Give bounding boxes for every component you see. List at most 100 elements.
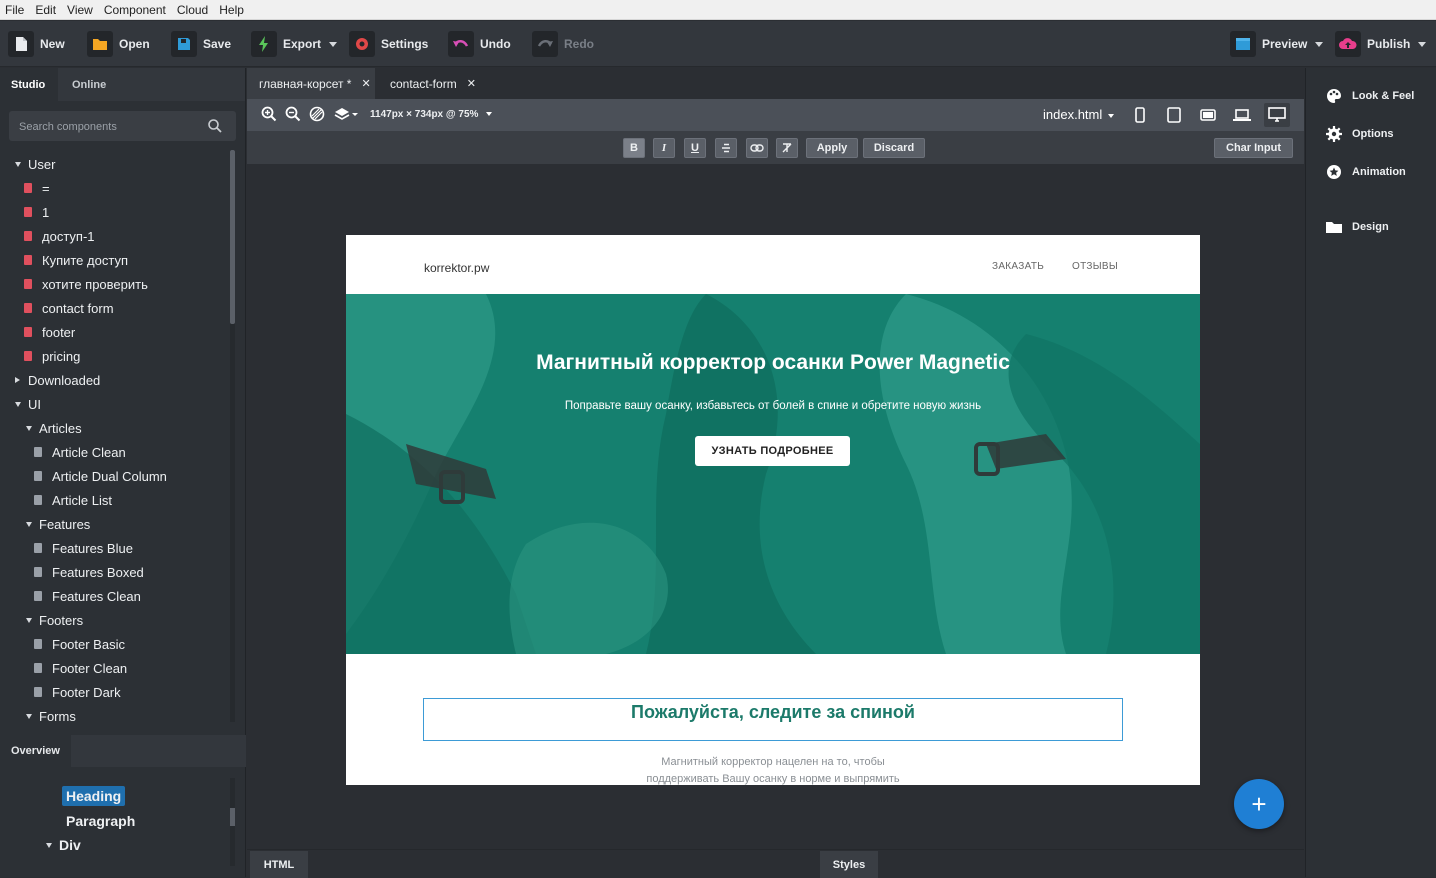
overview-node-div[interactable]: Div <box>46 837 81 853</box>
device-desktop-button[interactable] <box>1264 103 1290 127</box>
hero-background-image <box>346 294 1200 654</box>
tree-item[interactable]: Features Clean <box>0 584 232 608</box>
overview-node-paragraph[interactable]: Paragraph <box>66 813 135 829</box>
tree-group-user[interactable]: User <box>0 152 232 176</box>
page-canvas[interactable]: korrektor.pw ЗАКАЗАТЬ ОТЗЫВЫ Магнитный к… <box>346 235 1200 785</box>
tree-item[interactable]: footer <box>0 320 232 344</box>
menu-edit[interactable]: Edit <box>34 3 57 17</box>
overview-scrollbar-track[interactable] <box>230 778 235 866</box>
tree-item[interactable]: доступ-1 <box>0 224 232 248</box>
no-guides-icon[interactable] <box>309 106 325 127</box>
tree-item[interactable]: Footer Basic <box>0 632 232 656</box>
device-tablet-button[interactable] <box>1161 103 1187 127</box>
add-component-button[interactable]: + <box>1234 779 1284 829</box>
gear-icon <box>1326 126 1342 142</box>
hero-subtitle[interactable]: Поправьте вашу осанку, избавьтесь от бол… <box>346 400 1200 412</box>
underline-button[interactable]: U <box>684 138 706 158</box>
hero-section[interactable]: Магнитный корректор осанки Power Magneti… <box>346 294 1200 654</box>
tree-item[interactable]: Footer Clean <box>0 656 232 680</box>
tree-scrollbar-thumb[interactable] <box>230 150 235 324</box>
book-icon <box>24 207 32 217</box>
save-button[interactable]: Save <box>171 30 231 58</box>
tree-item[interactable]: хотите проверить <box>0 272 232 296</box>
discard-button[interactable]: Discard <box>863 138 925 158</box>
file-tab-contact-form[interactable]: contact-form ✕ <box>378 68 483 99</box>
book-icon <box>34 447 42 457</box>
tree-item[interactable]: Features Boxed <box>0 560 232 584</box>
tab-html[interactable]: HTML <box>250 851 308 878</box>
zoom-in-icon[interactable] <box>261 106 277 127</box>
tree-group-features[interactable]: Features <box>0 512 232 536</box>
overview-scrollbar-thumb[interactable] <box>230 808 235 826</box>
tree-group-footers[interactable]: Footers <box>0 608 232 632</box>
section-heading-selected[interactable]: Пожалуйста, следите за спиной <box>423 698 1123 741</box>
canvas-dimensions[interactable]: 1147px × 734px @ 75% <box>370 109 478 120</box>
device-phone-button[interactable] <box>1127 103 1153 127</box>
look-and-feel-item[interactable]: Look & Feel <box>1326 88 1414 104</box>
italic-button[interactable]: I <box>653 138 675 158</box>
design-item[interactable]: Design <box>1326 220 1389 234</box>
device-tablet-landscape-button[interactable] <box>1195 103 1221 127</box>
preview-button[interactable]: Preview <box>1230 30 1324 58</box>
tree-item[interactable]: contact form <box>0 296 232 320</box>
undo-button[interactable]: Undo <box>448 30 511 58</box>
zoom-out-icon[interactable] <box>285 106 301 127</box>
hero-title[interactable]: Магнитный корректор осанки Power Magneti… <box>346 351 1200 375</box>
chevron-down-icon[interactable] <box>486 112 492 116</box>
strikethrough-button[interactable] <box>715 138 737 158</box>
tree-label: UI <box>28 396 41 412</box>
export-button[interactable]: Export <box>251 30 338 58</box>
animation-item[interactable]: Animation <box>1326 164 1406 180</box>
layers-icon[interactable] <box>334 106 358 127</box>
tree-group-forms[interactable]: Forms <box>0 704 232 727</box>
close-icon[interactable]: ✕ <box>361 77 370 90</box>
menu-file[interactable]: File <box>4 3 25 17</box>
tree-item[interactable]: Article Clean <box>0 440 232 464</box>
menu-cloud[interactable]: Cloud <box>176 3 209 17</box>
clear-format-button[interactable] <box>776 138 798 158</box>
menu-help[interactable]: Help <box>218 3 245 17</box>
device-laptop-button[interactable] <box>1229 103 1255 127</box>
tree-label: Footer Clean <box>52 660 128 676</box>
nav-link-order[interactable]: ЗАКАЗАТЬ <box>992 261 1044 272</box>
options-item[interactable]: Options <box>1326 126 1394 142</box>
nav-link-reviews[interactable]: ОТЗЫВЫ <box>1072 261 1118 272</box>
site-navbar[interactable]: korrektor.pw ЗАКАЗАТЬ ОТЗЫВЫ <box>346 235 1200 294</box>
menu-component[interactable]: Component <box>103 3 167 17</box>
search-components-input[interactable]: Search components <box>9 111 236 141</box>
tree-item[interactable]: 1 <box>0 200 232 224</box>
tree-group-downloaded[interactable]: Downloaded <box>0 368 232 392</box>
section-paragraph[interactable]: Магнитный корректор нацелен на то, чтобы… <box>346 754 1200 785</box>
tab-online[interactable]: Online <box>58 68 138 101</box>
settings-button[interactable]: Settings <box>349 30 428 58</box>
tab-styles[interactable]: Styles <box>820 851 878 878</box>
char-input-button[interactable]: Char Input <box>1214 138 1293 158</box>
file-tab-main[interactable]: главная-корсет * ✕ <box>247 68 375 99</box>
link-button[interactable] <box>746 138 768 158</box>
tree-item[interactable]: Купите доступ <box>0 248 232 272</box>
file-tabs: главная-корсет * ✕ contact-form ✕ <box>247 68 1304 99</box>
tree-group-articles[interactable]: Articles <box>0 416 232 440</box>
open-button[interactable]: Open <box>87 30 150 58</box>
page-select[interactable]: index.html <box>1043 107 1115 122</box>
tree-group-ui[interactable]: UI <box>0 392 232 416</box>
menu-view[interactable]: View <box>66 3 94 17</box>
redo-button[interactable]: Redo <box>532 30 594 58</box>
tree-item[interactable]: Article List <box>0 488 232 512</box>
publish-button[interactable]: Publish <box>1335 30 1427 58</box>
overview-node-heading[interactable]: Heading <box>62 786 126 806</box>
tree-item[interactable]: Features Blue <box>0 536 232 560</box>
tree-item[interactable]: Footer Dark <box>0 680 232 704</box>
tab-overview[interactable]: Overview <box>0 735 71 767</box>
close-icon[interactable]: ✕ <box>467 77 476 90</box>
tree-item[interactable]: pricing <box>0 344 232 368</box>
bold-button[interactable]: B <box>623 138 645 158</box>
hero-cta-button[interactable]: УЗНАТЬ ПОДРОБНЕЕ <box>695 436 850 466</box>
tree-item[interactable]: = <box>0 176 232 200</box>
apply-button[interactable]: Apply <box>806 138 858 158</box>
book-icon <box>34 639 42 649</box>
tab-studio[interactable]: Studio <box>0 68 58 101</box>
new-button[interactable]: New <box>8 30 65 58</box>
tree-item[interactable]: Article Dual Column <box>0 464 232 488</box>
site-brand[interactable]: korrektor.pw <box>424 261 489 275</box>
